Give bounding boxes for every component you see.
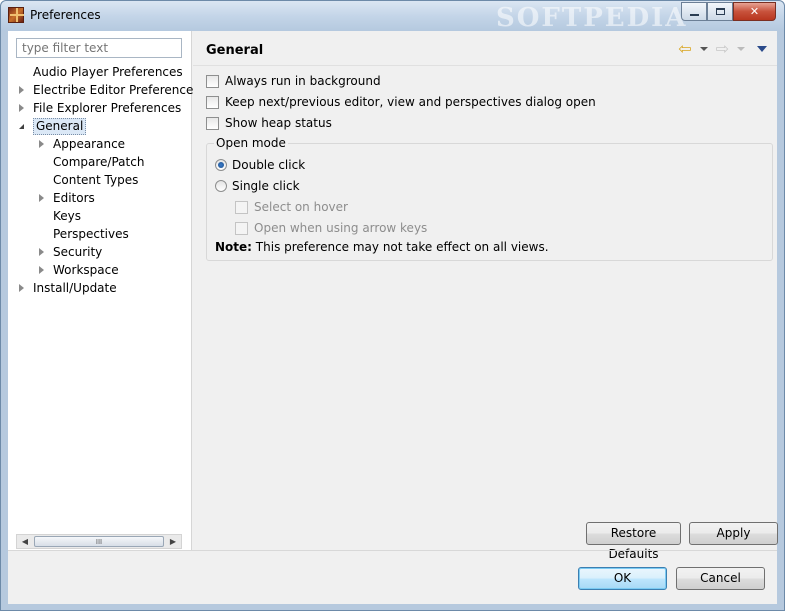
close-button[interactable]: ✕ [733,2,776,21]
show-heap-label: Show heap status [225,116,332,130]
select-on-hover-row: Select on hover [235,199,348,215]
keep-next-prev-checkbox[interactable] [206,95,219,109]
tree-item[interactable]: Electribe Editor Preferences [8,81,200,99]
note-text: This preference may not take effect on a… [255,240,549,254]
open-arrow-keys-checkbox [235,221,248,235]
tree-item[interactable]: File Explorer Preferences [8,99,192,117]
tree-item-label: Install/Update [33,281,117,295]
tree-item-label: Perspectives [53,227,129,241]
cancel-button[interactable]: Cancel [676,567,765,590]
keep-next-prev-checkbox-row[interactable]: Keep next/previous editor, view and pers… [206,94,596,110]
scroll-left-icon[interactable]: ◀ [17,535,33,548]
window-title: Preferences [30,8,101,22]
preferences-window: Preferences SOFTPEDIA ✕ Audio Player Pre… [0,0,785,611]
back-arrow-icon[interactable]: ⇦ [678,41,691,57]
navigation-pane: Audio Player Preferences Electribe Editor… [8,31,200,550]
app-icon [8,7,24,23]
collapsed-arrow-icon[interactable] [39,266,44,274]
tree-item-label: Workspace [53,263,119,277]
tree-item[interactable]: Editors [8,189,192,207]
tree-item[interactable]: General [8,117,192,135]
minimize-button[interactable] [681,2,707,21]
maximize-button[interactable] [707,2,733,21]
tree-item[interactable]: Security [8,243,192,261]
collapsed-arrow-icon[interactable] [19,86,24,94]
tree-item[interactable]: Workspace [8,261,192,279]
collapsed-arrow-icon[interactable] [19,104,24,112]
close-icon: ✕ [749,5,760,18]
single-click-radio[interactable] [215,180,227,192]
view-menu-icon[interactable] [757,46,767,52]
tree-item-label: General [33,118,87,135]
page-title: General [206,43,264,58]
tree-item[interactable]: Appearance [8,135,192,153]
tree-item-label: Electribe Editor Preferences [33,83,200,97]
open-mode-note: Note: This preference may not take effec… [215,240,549,254]
single-click-label: Single click [232,179,300,193]
page-navigation: ⇦ ⇨ [678,41,767,57]
apply-button[interactable]: Apply [689,522,778,545]
restore-defaults-button[interactable]: Restore Defaults [586,522,681,561]
tree-item-label: Editors [53,191,95,205]
show-heap-checkbox[interactable] [206,116,219,130]
tree-item-label: Audio Player Preferences [33,65,183,79]
double-click-radio[interactable] [215,159,227,171]
minimize-icon [689,13,699,16]
open-arrow-keys-row: Open when using arrow keys [235,220,427,236]
always-run-label: Always run in background [225,74,381,88]
open-mode-group: Open mode Double click Single click Sele… [206,136,773,261]
forward-arrow-icon[interactable]: ⇨ [716,41,729,57]
back-dropdown-icon[interactable] [699,47,708,51]
window-controls: ✕ [681,2,776,22]
filter-input[interactable] [16,38,182,58]
tree-item-label: Appearance [53,137,126,151]
tree-item[interactable]: Audio Player Preferences [8,63,192,81]
always-run-checkbox-row[interactable]: Always run in background [206,73,381,89]
double-click-radio-row[interactable]: Double click [215,157,305,173]
show-heap-checkbox-row[interactable]: Show heap status [206,115,332,131]
title-bar[interactable]: Preferences SOFTPEDIA ✕ [1,1,784,33]
button-bar-separator [8,550,777,551]
collapsed-arrow-icon[interactable] [39,194,44,202]
keep-next-prev-label: Keep next/previous editor, view and pers… [225,95,596,109]
collapsed-arrow-icon[interactable] [39,140,44,148]
select-on-hover-checkbox [235,200,248,214]
scroll-thumb[interactable]: III [34,536,164,547]
double-click-label: Double click [232,158,306,172]
select-on-hover-label: Select on hover [254,200,348,214]
tree-item[interactable]: Install/Update [8,279,192,297]
expanded-arrow-icon[interactable] [19,124,24,129]
note-label: Note: [215,240,252,254]
open-mode-title: Open mode [214,136,288,150]
title-separator [193,65,777,66]
maximize-icon [715,8,725,15]
tree-item-label: File Explorer Preferences [33,101,182,115]
ok-button[interactable]: OK [578,567,667,590]
tree-item-label: Keys [53,209,82,223]
collapsed-arrow-icon[interactable] [19,284,24,292]
forward-dropdown-icon[interactable] [737,47,745,51]
tree-item-label: Content Types [53,173,139,187]
tree-item[interactable]: Content Types [8,171,192,189]
tree-item-label: Security [53,245,103,259]
tree-item-label: Compare/Patch [53,155,145,169]
tree-horizontal-scrollbar[interactable]: ◀ III ▶ [16,534,182,549]
open-arrow-keys-label: Open when using arrow keys [254,221,428,235]
scroll-right-icon[interactable]: ▶ [165,535,181,548]
always-run-checkbox[interactable] [206,74,219,88]
single-click-radio-row[interactable]: Single click [215,178,300,194]
tree-item[interactable]: Compare/Patch [8,153,192,171]
collapsed-arrow-icon[interactable] [39,248,44,256]
preference-page: General ⇦ ⇨ Always run in background Kee… [193,31,778,561]
tree-item[interactable]: Keys [8,207,192,225]
preference-tree: Audio Player Preferences Electribe Editor… [8,63,200,297]
dialog-client: Audio Player Preferences Electribe Editor… [8,31,778,604]
tree-item[interactable]: Perspectives [8,225,192,243]
watermark-text: SOFTPEDIA [496,3,688,33]
